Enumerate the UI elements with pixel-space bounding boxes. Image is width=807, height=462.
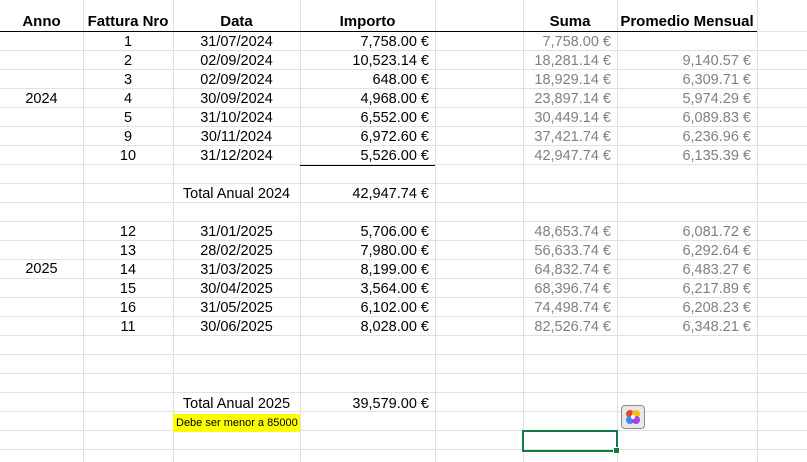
gridline [0,430,807,431]
header-anno[interactable]: Anno [0,12,83,31]
fattura-nro-cell[interactable]: 13 [83,242,173,261]
suma-cell[interactable]: 18,929.14 € [523,71,611,90]
data-cell[interactable]: 02/09/2024 [173,71,300,90]
copilot-icon[interactable] [621,405,645,429]
promedio-cell[interactable]: 6,208.23 € [617,299,751,318]
gridline [0,449,807,450]
gridline [0,221,807,222]
importo-cell[interactable]: 6,102.00 € [300,299,429,318]
fill-handle[interactable] [613,447,620,454]
suma-cell[interactable]: 56,633.74 € [523,242,611,261]
data-cell[interactable]: 28/02/2025 [173,242,300,261]
gridline [0,392,807,393]
promedio-cell[interactable]: 6,236.96 € [617,128,751,147]
year-label-2025[interactable]: 2025 [0,260,83,279]
copilot-glyph-icon [626,410,640,424]
importo-cell[interactable]: 8,199.00 € [300,261,429,280]
importo-cell[interactable]: 6,972.60 € [300,128,429,147]
suma-cell[interactable]: 82,526.74 € [523,318,611,337]
header-suma[interactable]: Suma [523,12,617,31]
data-cell[interactable]: 31/03/2025 [173,261,300,280]
data-cell[interactable]: 30/04/2025 [173,280,300,299]
fattura-nro-cell[interactable]: 1 [83,33,173,52]
suma-cell[interactable]: 74,498.74 € [523,299,611,318]
fattura-nro-cell[interactable]: 15 [83,280,173,299]
header-importo[interactable]: Importo [300,12,435,31]
fattura-nro-cell[interactable]: 16 [83,299,173,318]
fattura-nro-cell[interactable]: 14 [83,261,173,280]
importo-cell[interactable]: 7,980.00 € [300,242,429,261]
data-cell[interactable]: 31/12/2024 [173,147,300,166]
fattura-nro-cell[interactable]: 5 [83,109,173,128]
data-cell[interactable]: 31/10/2024 [173,109,300,128]
limit-note[interactable]: Debe ser menor a 85000 [173,414,300,432]
promedio-cell[interactable]: 9,140.57 € [617,52,751,71]
fattura-nro-cell[interactable]: 11 [83,318,173,337]
header-promedio-mensual[interactable]: Promedio Mensual [617,12,757,31]
total-anual-2024-value[interactable]: 42,947.74 € [300,185,429,204]
importo-cell[interactable]: 7,758.00 € [300,33,429,52]
suma-cell[interactable]: 23,897.14 € [523,90,611,109]
header-data[interactable]: Data [173,12,300,31]
fattura-nro-cell[interactable]: 2 [83,52,173,71]
suma-cell[interactable]: 42,947.74 € [523,147,611,166]
fattura-nro-cell[interactable]: 3 [83,71,173,90]
sum-underline [300,165,435,166]
suma-cell[interactable]: 48,653.74 € [523,223,611,242]
importo-cell[interactable]: 648.00 € [300,71,429,90]
promedio-cell[interactable]: 5,974.29 € [617,90,751,109]
promedio-cell[interactable]: 6,217.89 € [617,280,751,299]
total-anual-2025-label[interactable]: Total Anual 2025 [173,395,300,414]
promedio-cell[interactable] [617,33,751,52]
promedio-cell[interactable]: 6,089.83 € [617,109,751,128]
promedio-cell[interactable]: 6,348.21 € [617,318,751,337]
data-cell[interactable]: 30/06/2025 [173,318,300,337]
suma-cell[interactable]: 64,832.74 € [523,261,611,280]
fattura-nro-cell[interactable]: 9 [83,128,173,147]
promedio-cell[interactable]: 6,081.72 € [617,223,751,242]
promedio-cell[interactable]: 6,309.71 € [617,71,751,90]
data-cell[interactable]: 31/05/2025 [173,299,300,318]
importo-cell[interactable]: 8,028.00 € [300,318,429,337]
selected-cell[interactable] [522,430,618,452]
fattura-nro-cell[interactable]: 4 [83,90,173,109]
data-cell[interactable]: 02/09/2024 [173,52,300,71]
data-cell[interactable]: 30/09/2024 [173,90,300,109]
suma-cell[interactable]: 68,396.74 € [523,280,611,299]
importo-cell[interactable]: 5,706.00 € [300,223,429,242]
importo-cell[interactable]: 4,968.00 € [300,90,429,109]
suma-cell[interactable]: 37,421.74 € [523,128,611,147]
importo-cell[interactable]: 6,552.00 € [300,109,429,128]
promedio-cell[interactable]: 6,292.64 € [617,242,751,261]
header-fattura-nro[interactable]: Fattura Nro [83,12,173,31]
importo-cell[interactable]: 5,526.00 € [300,147,429,166]
data-cell[interactable]: 31/07/2024 [173,33,300,52]
suma-cell[interactable]: 30,449.14 € [523,109,611,128]
fattura-nro-cell[interactable]: 10 [83,147,173,166]
year-label-2024[interactable]: 2024 [0,90,83,109]
gridline [0,183,807,184]
suma-cell[interactable]: 7,758.00 € [523,33,611,52]
total-anual-2024-label[interactable]: Total Anual 2024 [173,185,300,204]
suma-cell[interactable]: 18,281.14 € [523,52,611,71]
gridline [0,354,807,355]
importo-cell[interactable]: 10,523.14 € [300,52,429,71]
promedio-cell[interactable]: 6,135.39 € [617,147,751,166]
header-bottom-border [0,31,757,32]
gridline [0,373,807,374]
total-anual-2025-value[interactable]: 39,579.00 € [300,395,429,414]
spreadsheet-grid[interactable]: Anno Fattura Nro Data Importo Suma Prome… [0,0,807,462]
importo-cell[interactable]: 3,564.00 € [300,280,429,299]
data-cell[interactable]: 30/11/2024 [173,128,300,147]
data-cell[interactable]: 31/01/2025 [173,223,300,242]
promedio-cell[interactable]: 6,483.27 € [617,261,751,280]
fattura-nro-cell[interactable]: 12 [83,223,173,242]
